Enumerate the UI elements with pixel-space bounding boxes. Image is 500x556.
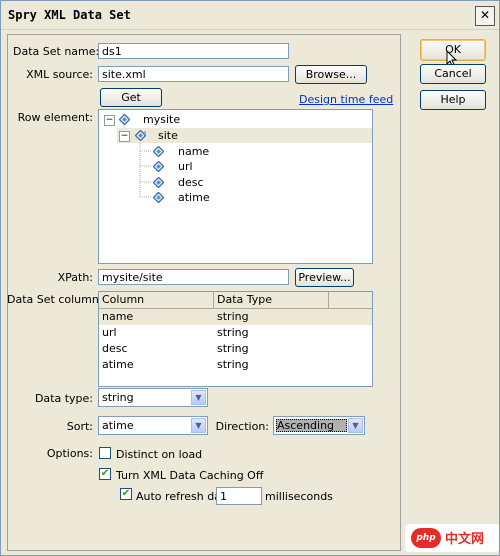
autorefresh-input[interactable]: 1 (216, 487, 262, 505)
table-row[interactable]: desc string (99, 341, 372, 357)
data-type-select[interactable]: string ▼ (98, 388, 208, 407)
xml-element-icon (119, 114, 130, 125)
close-button[interactable]: ✕ (475, 6, 495, 26)
xml-element-icon (153, 161, 164, 172)
title-bar: Spry XML Data Set ✕ (1, 1, 499, 30)
tree-selection-highlight (117, 128, 372, 143)
column-header-column[interactable]: Column (99, 292, 214, 308)
sort-value: atime (102, 419, 134, 432)
tree-toggle-site[interactable]: − (119, 131, 130, 142)
dialog-window: Spry XML Data Set ✕ Data Set name: ds1 X… (0, 0, 500, 556)
tree-toggle-mysite[interactable]: − (104, 115, 115, 126)
svg-text:+: + (143, 130, 146, 136)
options-label: Options: (46, 447, 93, 460)
column-type-cell: string (217, 342, 249, 355)
tree-node-atime[interactable]: atime (178, 191, 210, 204)
column-type-cell: string (217, 310, 249, 323)
xml-element-icon (153, 192, 164, 203)
xml-repeating-element-icon: + (135, 130, 146, 141)
tree-node-mysite[interactable]: mysite (143, 113, 180, 126)
autorefresh-checkbox[interactable]: ✔ (120, 488, 132, 500)
browse-button[interactable]: Browse... (295, 65, 367, 84)
chevron-down-icon[interactable]: ▼ (191, 390, 206, 405)
caching-checkbox[interactable]: ✔ (99, 468, 111, 480)
tree-node-url[interactable]: url (178, 160, 193, 173)
column-type-cell: string (217, 326, 249, 339)
columns-grid[interactable]: Column Data Type name string url string … (98, 291, 373, 387)
column-name-cell: name (102, 310, 134, 323)
cancel-button[interactable]: Cancel (420, 64, 486, 84)
distinct-checkbox[interactable] (99, 447, 111, 459)
data-type-value: string (102, 391, 134, 404)
column-name-cell: desc (102, 342, 128, 355)
get-schema-button[interactable]: Get schema (100, 88, 162, 121)
direction-value: Ascending (277, 419, 335, 432)
xml-source-label: XML source: (26, 68, 93, 81)
dataset-name-input[interactable]: ds1 (98, 43, 289, 59)
caching-label[interactable]: Turn XML Data Caching Off (116, 469, 263, 482)
xpath-input[interactable]: mysite/site (98, 269, 289, 285)
direction-label: Direction: (215, 420, 269, 433)
chevron-down-icon[interactable]: ▼ (348, 418, 363, 433)
xml-element-icon (153, 177, 164, 188)
watermark: php 中文网 (405, 524, 499, 552)
sort-select[interactable]: atime ▼ (98, 416, 208, 435)
tree-node-name[interactable]: name (178, 145, 209, 158)
tree-node-site[interactable]: site (158, 129, 178, 142)
column-header-datatype[interactable]: Data Type (214, 292, 329, 308)
xml-element-icon (153, 146, 164, 157)
columns-header: Column Data Type (99, 292, 372, 309)
column-name-cell: atime (102, 358, 134, 371)
column-name-cell: url (102, 326, 117, 339)
close-icon: ✕ (479, 8, 491, 22)
row-element-label: Row element: (17, 111, 93, 124)
columns-label: Data Set columns: (7, 293, 109, 306)
distinct-label[interactable]: Distinct on load (116, 448, 202, 461)
help-button[interactable]: Help (420, 90, 486, 110)
data-type-label: Data type: (34, 392, 93, 405)
chevron-down-icon[interactable]: ▼ (191, 418, 206, 433)
tree-node-desc[interactable]: desc (178, 176, 204, 189)
milliseconds-label: milliseconds (265, 490, 333, 503)
xpath-label: XPath: (57, 271, 93, 284)
xml-source-input[interactable]: site.xml (98, 66, 289, 82)
table-row[interactable]: name string (99, 309, 372, 325)
preview-button[interactable]: Preview... (295, 268, 354, 287)
php-logo: php (411, 528, 441, 548)
watermark-text: 中文网 (445, 532, 485, 547)
window-title: Spry XML Data Set (8, 8, 131, 22)
column-type-cell: string (217, 358, 249, 371)
direction-select[interactable]: Ascending ▼ (273, 416, 365, 435)
table-row[interactable]: atime string (99, 357, 372, 373)
design-time-feed-link[interactable]: Design time feed (299, 93, 393, 106)
row-element-tree[interactable]: − mysite − + site name url desc atime (98, 109, 373, 264)
dataset-name-label: Data Set name: (13, 45, 100, 58)
sort-label: Sort: (66, 420, 93, 433)
table-row[interactable]: url string (99, 325, 372, 341)
